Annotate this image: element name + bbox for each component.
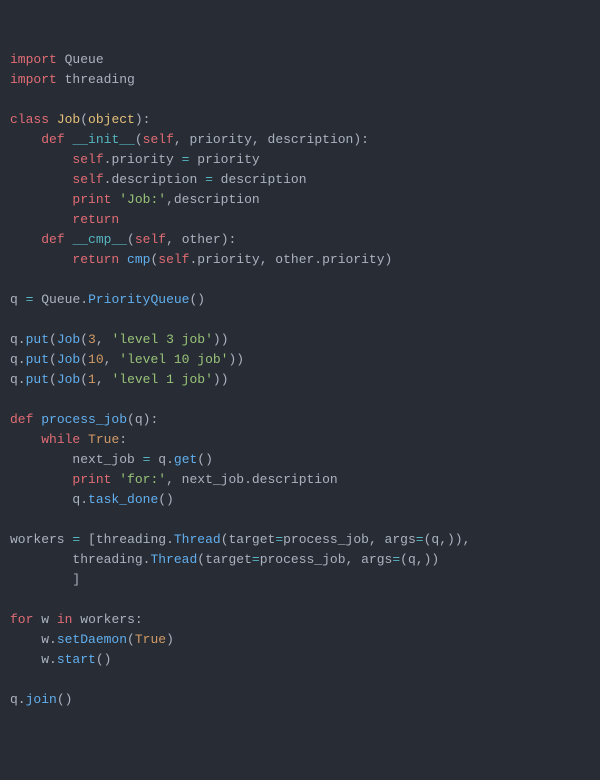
string-literal: 'level 1 job' — [111, 372, 212, 387]
print-kw: print — [72, 192, 111, 207]
class-name: Job — [57, 112, 80, 127]
bool: True — [88, 432, 119, 447]
string-literal: 'level 10 job' — [119, 352, 228, 367]
import-kw: import — [10, 72, 57, 87]
while-kw: while — [41, 432, 80, 447]
param: description — [268, 132, 354, 147]
string-literal: 'Job:' — [119, 192, 166, 207]
module-name: threading — [65, 72, 135, 87]
class-kw: class — [10, 112, 49, 127]
print-kw: print — [72, 472, 111, 487]
param: q — [135, 412, 143, 427]
param: other — [182, 232, 221, 247]
var: workers — [10, 532, 65, 547]
base-class: object — [88, 112, 135, 127]
param: self — [143, 132, 174, 147]
var: w — [41, 612, 49, 627]
method-name: __cmp__ — [72, 232, 127, 247]
string-literal: 'level 3 job' — [111, 332, 212, 347]
def-kw: def — [41, 132, 64, 147]
var: description — [174, 192, 260, 207]
def-kw: def — [41, 232, 64, 247]
var: q — [10, 292, 18, 307]
param: self — [135, 232, 166, 247]
function-name: process_job — [41, 412, 127, 427]
module-name: Queue — [65, 52, 104, 67]
return-kw: return — [72, 212, 119, 227]
return-kw: return — [72, 252, 119, 267]
var: next_job — [72, 452, 134, 467]
in-kw: in — [57, 612, 73, 627]
var: next_job.description — [182, 472, 338, 487]
param: priority — [190, 132, 252, 147]
import-kw: import — [10, 52, 57, 67]
number: 3 — [88, 332, 96, 347]
bool: True — [135, 632, 166, 647]
code-block: import Queue import threading class Job(… — [10, 50, 590, 710]
method-name: __init__ — [72, 132, 134, 147]
var: workers — [80, 612, 135, 627]
string-literal: 'for:' — [119, 472, 166, 487]
number: 10 — [88, 352, 104, 367]
number: 1 — [88, 372, 96, 387]
for-kw: for — [10, 612, 33, 627]
def-kw: def — [10, 412, 33, 427]
